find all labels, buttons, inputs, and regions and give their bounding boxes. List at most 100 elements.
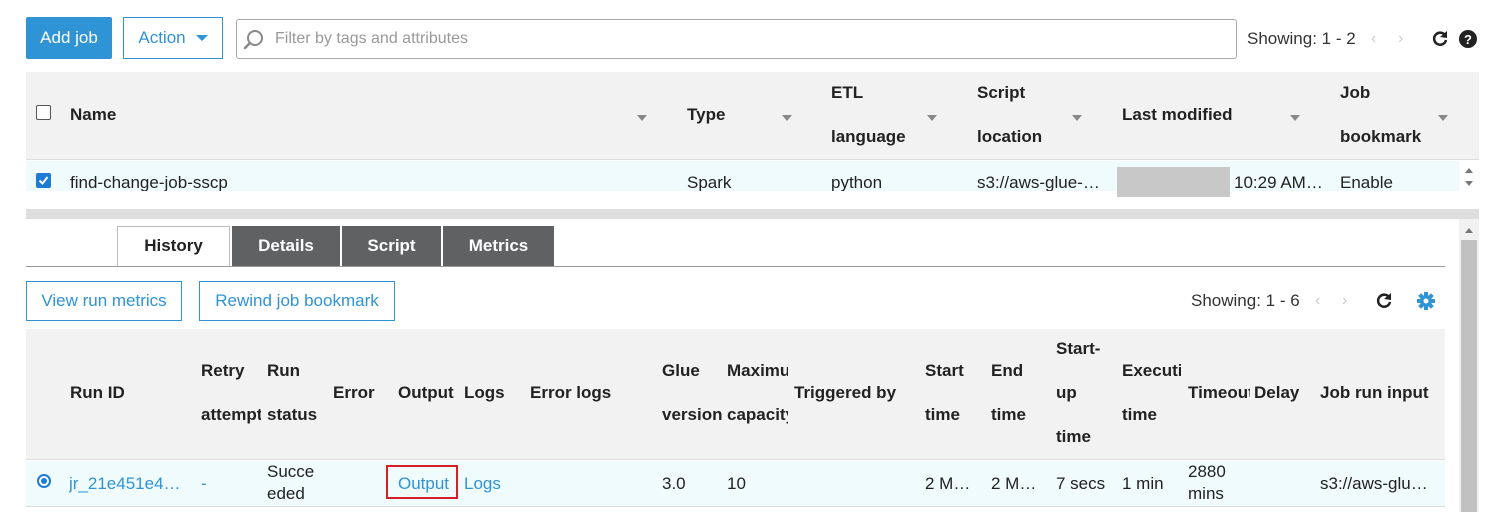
add-job-button[interactable]: Add job (26, 17, 112, 59)
end-time: 2 M… (991, 474, 1037, 493)
execution-time: 1 min (1122, 474, 1164, 493)
search-input[interactable] (275, 30, 1225, 48)
col-start-time-2[interactable]: time (925, 404, 960, 426)
row-radio[interactable] (37, 474, 51, 488)
search-icon (243, 30, 263, 50)
tab-details[interactable]: Details (232, 226, 340, 266)
output-highlight-box (386, 465, 458, 499)
job-etl-language: python (831, 173, 883, 191)
table-row[interactable]: find-change-job-sscp Spark python s3://a… (26, 161, 1459, 191)
history-next-icon[interactable]: › (1342, 292, 1347, 310)
col-triggered-by[interactable]: Triggered by (794, 382, 896, 404)
panel-divider[interactable] (26, 209, 1479, 219)
tab-metrics[interactable]: Metrics (443, 226, 554, 266)
col-startup-time-3[interactable]: time (1056, 426, 1091, 448)
jobs-table-header (26, 72, 1479, 160)
glue-version: 3.0 (662, 474, 686, 493)
col-output[interactable]: Output (398, 382, 454, 404)
timeout-1: 2880 (1188, 462, 1226, 481)
col-delay[interactable]: Delay (1254, 382, 1299, 404)
max-capacity: 10 (727, 474, 746, 493)
col-glue-version-2[interactable]: version (662, 404, 722, 426)
logs-link[interactable]: Logs (464, 474, 501, 494)
rewind-bookmark-button[interactable]: Rewind job bookmark (199, 281, 395, 321)
job-run-input: s3://aws-glu… (1320, 474, 1428, 493)
startup-time: 7 secs (1056, 474, 1106, 493)
col-job-bookmark-2[interactable]: bookmark (1340, 115, 1421, 159)
col-timeout[interactable]: Timeout (1188, 382, 1250, 404)
col-logs[interactable]: Logs (464, 382, 505, 404)
run-status-2: eded (267, 484, 305, 503)
col-retry-2[interactable]: attempt (201, 404, 261, 426)
svg-text:?: ? (1464, 32, 1472, 47)
sort-script-icon[interactable] (1072, 115, 1082, 121)
col-type[interactable]: Type (687, 93, 725, 137)
row-checkbox[interactable] (36, 173, 51, 188)
job-last-modified: 10:29 AM… (1234, 173, 1323, 191)
sort-etl-icon[interactable] (927, 115, 937, 121)
history-pagination-text: Showing: 1 - 6 (1191, 291, 1300, 310)
table-row[interactable]: jr_21e451e4… - Succe eded Output Logs 3.… (26, 461, 1445, 507)
jobs-scrollbar[interactable] (1459, 161, 1479, 191)
job-script-location: s3://aws-glue-… (977, 173, 1100, 191)
timeout-2: mins (1188, 484, 1224, 503)
col-etl-language-2[interactable]: language (831, 115, 906, 159)
tab-underline (26, 266, 1445, 267)
job-name: find-change-job-sscp (70, 173, 228, 191)
select-all-checkbox[interactable] (36, 105, 51, 120)
col-run-status-1[interactable]: Run (267, 360, 300, 382)
col-run-id[interactable]: Run ID (70, 382, 125, 404)
col-start-time-1[interactable]: Start (925, 360, 964, 382)
sort-type-icon[interactable] (782, 115, 792, 121)
prev-page-icon[interactable]: ‹ (1371, 30, 1376, 48)
next-page-icon[interactable]: › (1398, 30, 1403, 48)
col-script-location-1[interactable]: Script (977, 71, 1025, 115)
col-job-bookmark-1[interactable]: Job (1340, 71, 1370, 115)
settings-gear-icon[interactable] (1415, 290, 1437, 312)
col-end-time-1[interactable]: End (991, 360, 1023, 382)
scroll-thumb[interactable] (1461, 240, 1477, 512)
col-error[interactable]: Error (333, 382, 375, 404)
col-max-capacity-1[interactable]: Maximum (727, 360, 788, 382)
view-run-metrics-button[interactable]: View run metrics (26, 281, 182, 321)
col-run-status-2[interactable]: status (267, 404, 317, 426)
col-name[interactable]: Name (70, 93, 116, 137)
check-icon (38, 176, 49, 186)
history-refresh-icon[interactable] (1374, 291, 1394, 311)
search-box[interactable] (236, 19, 1237, 59)
col-error-logs[interactable]: Error logs (530, 382, 611, 404)
sort-modified-icon[interactable] (1290, 115, 1300, 121)
start-time: 2 M… (925, 474, 971, 493)
col-glue-version-1[interactable]: Glue (662, 360, 722, 382)
sort-bookmark-icon[interactable] (1438, 115, 1448, 121)
job-type: Spark (687, 173, 732, 191)
caret-down-icon (195, 35, 208, 41)
col-job-run-input[interactable]: Job run input (1320, 382, 1429, 404)
col-startup-time-1[interactable]: Start- (1056, 338, 1100, 360)
scroll-up-icon[interactable] (1459, 222, 1479, 238)
col-retry-1[interactable]: Retry (201, 360, 261, 382)
job-bookmark: Enable (1340, 173, 1393, 191)
col-startup-time-2[interactable]: up (1056, 382, 1077, 404)
retry-link[interactable]: - (201, 474, 207, 494)
refresh-icon[interactable] (1430, 29, 1450, 49)
col-execution-time-1[interactable]: Execution (1122, 360, 1181, 382)
col-script-location-2[interactable]: location (977, 115, 1042, 159)
run-id-link[interactable]: jr_21e451e4… (69, 474, 193, 494)
run-status-1: Succe (267, 462, 315, 481)
help-icon[interactable]: ? (1458, 29, 1478, 49)
action-dropdown[interactable]: Action (123, 17, 223, 59)
jobs-pagination-text: Showing: 1 - 2 (1247, 29, 1356, 48)
history-table-header: Run ID Retry attempt Run status Error Ou… (26, 329, 1445, 460)
scroll-arrows-icon (1465, 168, 1473, 186)
col-end-time-2[interactable]: time (991, 404, 1026, 426)
col-execution-time-2[interactable]: time (1122, 404, 1181, 426)
tab-script[interactable]: Script (342, 226, 441, 266)
sort-name-icon[interactable] (637, 115, 647, 121)
tab-history[interactable]: History (117, 226, 230, 266)
history-prev-icon[interactable]: ‹ (1315, 292, 1320, 310)
col-etl-language-1[interactable]: ETL (831, 71, 863, 115)
action-label: Action (138, 28, 186, 47)
col-max-capacity-2[interactable]: capacity (727, 404, 788, 426)
col-last-modified[interactable]: Last modified (1122, 93, 1233, 137)
